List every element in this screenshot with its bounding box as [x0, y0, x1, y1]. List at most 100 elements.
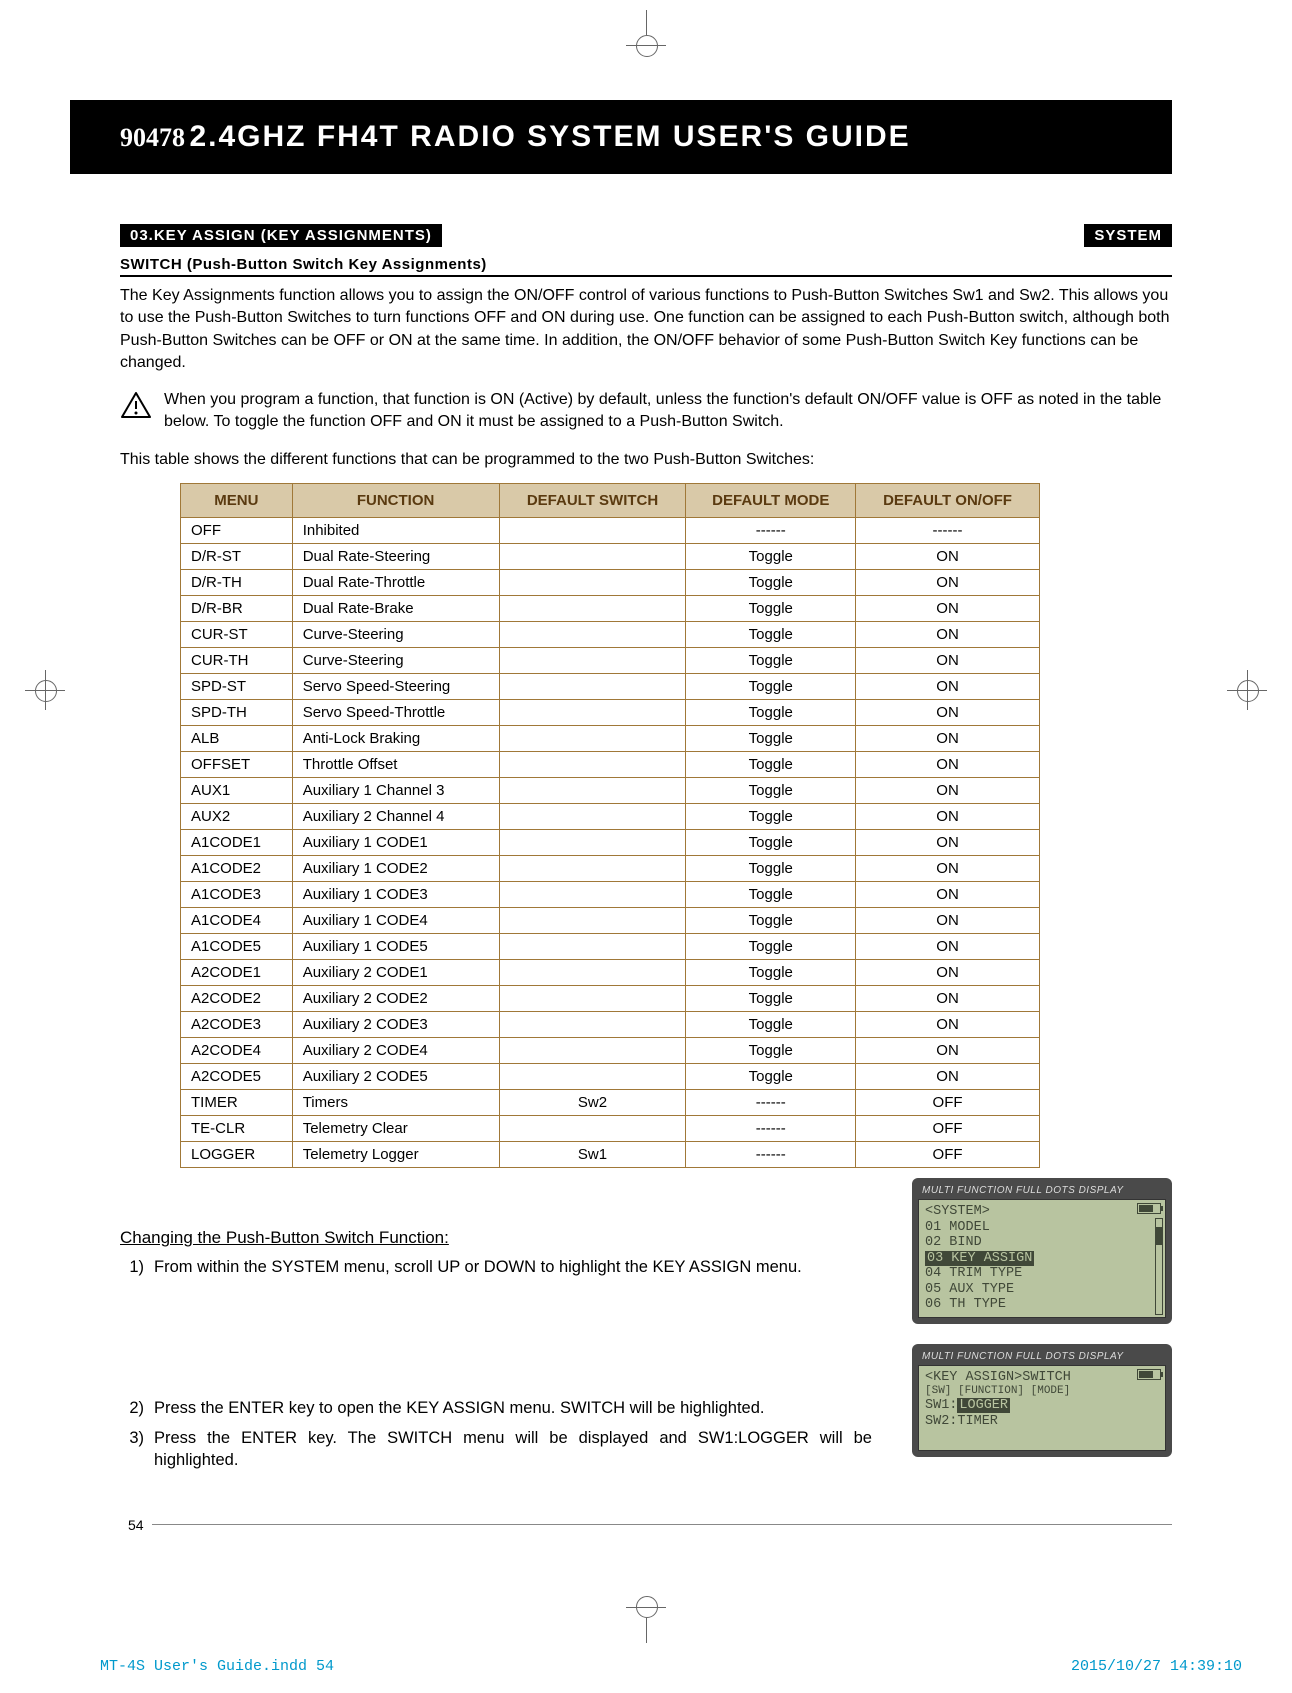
product-code: 90478 — [120, 123, 185, 152]
table-cell: Throttle Offset — [292, 752, 499, 778]
table-cell: Toggle — [686, 856, 856, 882]
table-cell: Auxiliary 1 CODE5 — [292, 934, 499, 960]
table-cell: TIMER — [181, 1090, 293, 1116]
lcd1-line: 06 TH TYPE — [925, 1297, 1159, 1313]
table-row: A1CODE5Auxiliary 1 CODE5ToggleON — [181, 934, 1040, 960]
table-cell — [499, 752, 686, 778]
table-row: A2CODE5Auxiliary 2 CODE5ToggleON — [181, 1064, 1040, 1090]
table-row: D/R-THDual Rate-ThrottleToggleON — [181, 570, 1040, 596]
crop-mark-right — [1227, 670, 1267, 710]
table-cell: Toggle — [686, 570, 856, 596]
table-cell: Timers — [292, 1090, 499, 1116]
step-3: 3)Press the ENTER key. The SWITCH menu w… — [120, 1427, 872, 1472]
table-cell: Auxiliary 2 CODE3 — [292, 1012, 499, 1038]
lcd1-line: 04 TRIM TYPE — [925, 1266, 1159, 1282]
table-cell: Dual Rate-Steering — [292, 544, 499, 570]
page-title: 2.4GHZ FH4T RADIO SYSTEM USER'S GUIDE — [189, 120, 910, 153]
table-cell: A2CODE5 — [181, 1064, 293, 1090]
step-1: 1)From within the SYSTEM menu, scroll UP… — [120, 1256, 872, 1278]
table-cell: Toggle — [686, 544, 856, 570]
table-row: A1CODE4Auxiliary 1 CODE4 ToggleON — [181, 908, 1040, 934]
table-cell: Dual Rate-Brake — [292, 596, 499, 622]
table-cell — [499, 544, 686, 570]
table-cell: Toggle — [686, 596, 856, 622]
lcd1-line: 03 KEY ASSIGN — [925, 1251, 1159, 1267]
table-cell: Auxiliary 1 CODE1 — [292, 830, 499, 856]
lcd2-header: <KEY ASSIGN>SWITCH — [925, 1370, 1159, 1386]
table-row: A1CODE3Auxiliary 1 CODE3ToggleON — [181, 882, 1040, 908]
table-cell — [499, 934, 686, 960]
section-tab-left: 03.KEY ASSIGN (KEY ASSIGNMENTS) — [120, 224, 442, 247]
table-header: DEFAULT SWITCH — [499, 484, 686, 518]
table-cell: Toggle — [686, 1038, 856, 1064]
step-2: 2)Press the ENTER key to open the KEY AS… — [120, 1397, 872, 1419]
table-cell: OFFSET — [181, 752, 293, 778]
table-cell: Toggle — [686, 674, 856, 700]
table-cell: D/R-ST — [181, 544, 293, 570]
table-cell: Auxiliary 2 CODE2 — [292, 986, 499, 1012]
table-row: A1CODE1Auxiliary 1 CODE1ToggleON — [181, 830, 1040, 856]
table-cell: SPD-TH — [181, 700, 293, 726]
table-cell: ------ — [856, 518, 1040, 544]
lcd-screenshot-2: MULTI FUNCTION FULL DOTS DISPLAY <KEY AS… — [912, 1344, 1172, 1457]
table-cell — [499, 726, 686, 752]
table-cell: A2CODE1 — [181, 960, 293, 986]
table-cell — [499, 1064, 686, 1090]
table-cell — [499, 648, 686, 674]
table-cell: Servo Speed-Steering — [292, 674, 499, 700]
table-cell: Curve-Steering — [292, 622, 499, 648]
table-cell: ON — [856, 674, 1040, 700]
table-header: DEFAULT MODE — [686, 484, 856, 518]
table-cell: Anti-Lock Braking — [292, 726, 499, 752]
table-cell: Auxiliary 1 CODE4 — [292, 908, 499, 934]
table-cell: Toggle — [686, 934, 856, 960]
table-cell: A1CODE2 — [181, 856, 293, 882]
table-cell: LOGGER — [181, 1142, 293, 1168]
table-cell: Auxiliary 1 CODE2 — [292, 856, 499, 882]
table-cell: ON — [856, 1038, 1040, 1064]
table-cell: Auxiliary 1 CODE3 — [292, 882, 499, 908]
table-cell: Inhibited — [292, 518, 499, 544]
table-cell — [499, 882, 686, 908]
table-cell: A2CODE4 — [181, 1038, 293, 1064]
table-cell: Toggle — [686, 1064, 856, 1090]
table-row: OFFInhibited------------ — [181, 518, 1040, 544]
table-cell — [499, 960, 686, 986]
table-cell: A1CODE3 — [181, 882, 293, 908]
table-cell: Toggle — [686, 622, 856, 648]
table-cell — [499, 674, 686, 700]
lcd2-row1: SW1:LOGGER — [925, 1398, 1159, 1414]
table-cell: ON — [856, 1012, 1040, 1038]
table-cell: Toggle — [686, 882, 856, 908]
crop-mark-left — [25, 670, 65, 710]
table-cell: A1CODE1 — [181, 830, 293, 856]
table-cell: ON — [856, 960, 1040, 986]
table-cell — [499, 700, 686, 726]
table-cell — [499, 1116, 686, 1142]
lcd1-title: MULTI FUNCTION FULL DOTS DISPLAY — [918, 1184, 1166, 1199]
table-cell: ON — [856, 752, 1040, 778]
table-cell: ON — [856, 856, 1040, 882]
table-row: D/R-BRDual Rate-BrakeToggleON — [181, 596, 1040, 622]
table-cell — [499, 596, 686, 622]
table-cell: ON — [856, 804, 1040, 830]
lcd2-title: MULTI FUNCTION FULL DOTS DISPLAY — [918, 1350, 1166, 1365]
table-cell: ON — [856, 908, 1040, 934]
table-cell — [499, 804, 686, 830]
table-cell: A1CODE4 — [181, 908, 293, 934]
table-row: CUR-STCurve-SteeringToggleON — [181, 622, 1040, 648]
table-cell: ------ — [686, 1090, 856, 1116]
lcd-screenshot-1: MULTI FUNCTION FULL DOTS DISPLAY <SYSTEM… — [912, 1178, 1172, 1324]
table-cell: ON — [856, 830, 1040, 856]
table-row: SPD-THServo Speed-ThrottleToggleON — [181, 700, 1040, 726]
table-cell — [499, 778, 686, 804]
table-cell: Toggle — [686, 908, 856, 934]
table-cell: Toggle — [686, 700, 856, 726]
lcd1-line: 01 MODEL — [925, 1220, 1159, 1236]
table-cell: OFF — [856, 1142, 1040, 1168]
table-cell: OFF — [856, 1090, 1040, 1116]
table-cell: Sw2 — [499, 1090, 686, 1116]
table-row: TE-CLRTelemetry Clear------OFF — [181, 1116, 1040, 1142]
table-cell: Telemetry Clear — [292, 1116, 499, 1142]
table-cell: ------ — [686, 518, 856, 544]
